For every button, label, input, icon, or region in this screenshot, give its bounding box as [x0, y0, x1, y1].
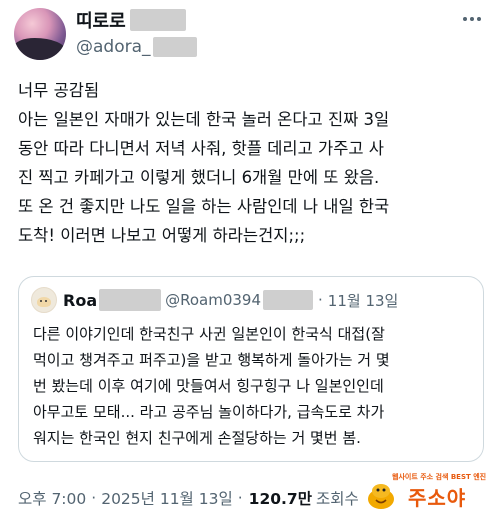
tweet-line: 동안 따라 다니면서 저녁 사줘, 핫플 데리고 가주고 사 [18, 139, 384, 158]
tweet-line: 도착! 이러면 나보고 어떻게 하라는건지;;; [18, 226, 306, 245]
tweet-line: 진 찍고 카페가고 이렇게 했더니 6개월 만에 또 왔음. [18, 168, 380, 187]
quoted-header: Roa @Roam0394 · 11월 13일 [31, 287, 398, 313]
watermark: 웹사이트 주소 검색 BEST 엔진 주소야 [364, 470, 496, 512]
author-name-row[interactable]: 띠로로 [76, 8, 186, 32]
mascot-icon [368, 484, 394, 509]
author-name[interactable]: 띠로로 [76, 7, 126, 33]
quoted-line: 아무고토 모태... 라고 공주님 놀이하다가, 급속도로 차가 [33, 403, 385, 421]
tweet-line: 또 온 건 좋지만 나도 일을 하는 사람인데 나 내일 한국 [18, 197, 390, 216]
watermark-logo-text: 주소야 [408, 486, 467, 510]
quoted-line: 먹이고 챙겨주고 퍼주고)을 받고 행복하게 돌아가는 거 몇 [33, 351, 390, 369]
tweet-date[interactable]: 2025년 11월 13일 [101, 487, 233, 509]
censor-blur [129, 9, 186, 31]
tweet-text: 너무 공감됨 아는 일본인 자매가 있는데 한국 놀러 온다고 진짜 3일 동안… [18, 76, 488, 250]
separator-dot: · [91, 489, 97, 507]
quoted-line: 다른 이야기인데 한국친구 사귄 일본인이 한국식 대접(잘 [33, 325, 385, 343]
quoted-text: 다른 이야기인데 한국친구 사귄 일본인이 한국식 대접(잘 먹이고 챙겨주고 … [33, 321, 473, 451]
view-count: 120.7만 [248, 490, 312, 508]
view-count-label: 조회수 [315, 490, 359, 508]
quoted-line: 번 봤는데 이후 여기에 맛들여서 힝구힝구 나 일본인인데 [33, 377, 384, 395]
quoted-tweet[interactable]: Roa @Roam0394 · 11월 13일 다른 이야기인데 한국친구 사귄… [18, 276, 484, 462]
censor-blur [99, 289, 162, 311]
tweet-line: 너무 공감됨 [18, 81, 100, 100]
more-icon[interactable] [460, 12, 484, 26]
censor-blur [152, 37, 197, 57]
author-handle[interactable]: @adora_ [76, 37, 151, 57]
tweet-meta: 오후 7:00 · 2025년 11월 13일 · 120.7만 조회수 [18, 486, 359, 510]
author-handle-row[interactable]: @adora_ [76, 36, 197, 58]
tweet-time[interactable]: 오후 7:00 [18, 487, 86, 509]
tweet-line: 아는 일본인 자매가 있는데 한국 놀러 온다고 진짜 3일 [18, 110, 390, 129]
censor-blur [263, 290, 314, 310]
quoted-line: 워지는 한국인 현지 친구에게 손절당하는 거 몇번 봄. [33, 429, 361, 447]
quoted-author-name[interactable]: Roa [63, 291, 97, 310]
watermark-tagline: 웹사이트 주소 검색 BEST 엔진 [392, 473, 487, 481]
quoted-author-handle[interactable]: @Roam0394 [165, 291, 261, 309]
avatar[interactable] [14, 8, 66, 60]
separator-dot: · [318, 291, 323, 309]
quoted-avatar[interactable] [31, 287, 57, 313]
quoted-date[interactable]: 11월 13일 [328, 290, 399, 311]
separator-dot: · [237, 489, 243, 507]
